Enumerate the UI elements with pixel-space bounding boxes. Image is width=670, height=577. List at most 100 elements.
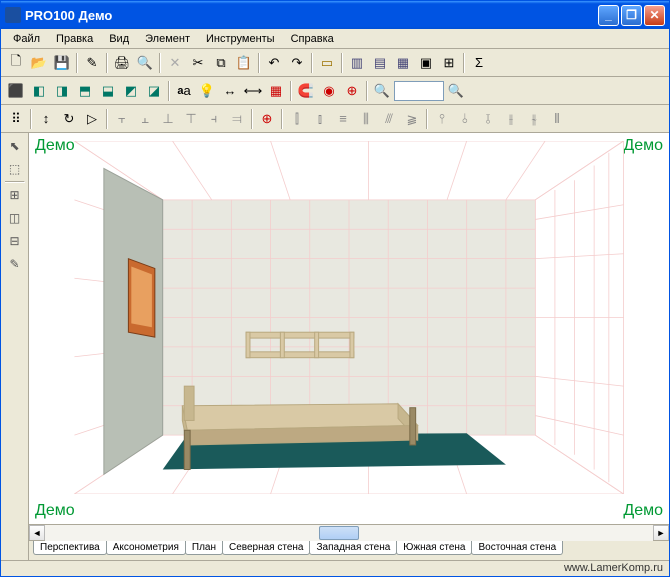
sigma-icon[interactable]: Σ xyxy=(468,52,490,74)
rotate-icon[interactable]: ↻ xyxy=(58,108,80,130)
tab-south-wall[interactable]: Южная стена xyxy=(396,541,472,555)
snap1-icon[interactable]: ◉ xyxy=(318,80,340,102)
align3-icon[interactable]: ⊥ xyxy=(157,108,179,130)
zoom-fit-icon[interactable]: 🔍 xyxy=(445,80,467,102)
panel-icon[interactable]: ▥ xyxy=(346,52,368,74)
menu-edit[interactable]: Правка xyxy=(48,31,101,47)
zoom-combo[interactable] xyxy=(394,81,444,101)
zoom-icon[interactable]: 🔍 xyxy=(371,80,393,102)
cube7-icon[interactable]: ◪ xyxy=(143,80,165,102)
grid-tool-icon[interactable]: ⠿ xyxy=(5,108,27,130)
paste-icon[interactable]: 📋 xyxy=(233,52,255,74)
tab-east-wall[interactable]: Восточная стена xyxy=(471,541,563,555)
cursor-icon[interactable]: ⬉ xyxy=(4,135,26,157)
spc5-icon[interactable]: ⫳ xyxy=(523,108,545,130)
magnet-icon[interactable]: 🧲 xyxy=(295,80,317,102)
center-icon[interactable]: ⊕ xyxy=(256,108,278,130)
dist5-icon[interactable]: ⫻ xyxy=(378,108,400,130)
separator xyxy=(106,53,108,73)
select-icon[interactable]: ⬚ xyxy=(4,158,26,180)
separator xyxy=(5,181,25,183)
spc4-icon[interactable]: ⫲ xyxy=(500,108,522,130)
lt2-icon[interactable]: ◫ xyxy=(4,207,26,229)
menu-tools[interactable]: Инструменты xyxy=(198,31,283,47)
content-area: ⬉ ⬚ ⊞ ◫ ⊟ ✎ Демо Демо Демо Демо xyxy=(1,133,669,560)
cut-icon[interactable]: ✂ xyxy=(187,52,209,74)
open-icon[interactable]: 📂 xyxy=(28,52,50,74)
dist2-icon[interactable]: ⫾ xyxy=(309,108,331,130)
tab-plan[interactable]: План xyxy=(185,541,223,555)
menu-help[interactable]: Справка xyxy=(283,31,342,47)
panel4-icon[interactable]: ▣ xyxy=(415,52,437,74)
new-icon[interactable]: 🗋 xyxy=(5,52,27,74)
light-icon[interactable]: 💡 xyxy=(196,80,218,102)
tab-perspective[interactable]: Перспектива xyxy=(33,541,107,555)
scroll-left-button[interactable]: ◄ xyxy=(29,525,45,541)
scroll-right-button[interactable]: ► xyxy=(653,525,669,541)
menu-view[interactable]: Вид xyxy=(101,31,137,47)
cube4-icon[interactable]: ⬒ xyxy=(74,80,96,102)
undo-icon[interactable]: ↶ xyxy=(263,52,285,74)
measure-icon[interactable]: ↔ xyxy=(219,80,241,102)
tab-west-wall[interactable]: Западная стена xyxy=(309,541,397,555)
menu-element[interactable]: Элемент xyxy=(137,31,198,47)
print-icon[interactable]: 🖨 xyxy=(111,52,133,74)
cube2-icon[interactable]: ◧ xyxy=(28,80,50,102)
scroll-track[interactable] xyxy=(45,525,653,541)
lt1-icon[interactable]: ⊞ xyxy=(4,184,26,206)
align5-icon[interactable]: ⫞ xyxy=(203,108,225,130)
separator xyxy=(281,109,283,129)
cube1-icon[interactable]: ⬛ xyxy=(5,80,27,102)
shape-icon[interactable]: ▷ xyxy=(81,108,103,130)
close-button[interactable]: ✕ xyxy=(644,5,665,26)
dist4-icon[interactable]: ⫼ xyxy=(355,108,377,130)
minimize-button[interactable]: _ xyxy=(598,5,619,26)
dist6-icon[interactable]: ⫺ xyxy=(401,108,423,130)
toolbar-1: 🗋 📂 💾 ✎ 🖨 🔍 ✕ ✂ ⧉ 📋 ↶ ↷ ▭ ▥ ▤ ▦ ▣ ⊞ Σ xyxy=(1,49,669,77)
dimension-icon[interactable]: ⟷ xyxy=(242,80,264,102)
app-icon xyxy=(5,7,21,23)
separator xyxy=(426,109,428,129)
dist1-icon[interactable]: ⫿ xyxy=(286,108,308,130)
panel2-icon[interactable]: ▤ xyxy=(369,52,391,74)
tool-icon[interactable]: ▭ xyxy=(316,52,338,74)
move-icon[interactable]: ↕ xyxy=(35,108,57,130)
watermark-bl: Демо xyxy=(35,502,75,520)
snap2-icon[interactable]: ⊕ xyxy=(341,80,363,102)
align1-icon[interactable]: ⫟ xyxy=(111,108,133,130)
copy-icon[interactable]: ⧉ xyxy=(210,52,232,74)
menu-file[interactable]: Файл xyxy=(5,31,48,47)
tab-north-wall[interactable]: Северная стена xyxy=(222,541,311,555)
cube5-icon[interactable]: ⬓ xyxy=(97,80,119,102)
lt3-icon[interactable]: ⊟ xyxy=(4,230,26,252)
window-title: PRO100 Демо xyxy=(25,8,598,23)
maximize-button[interactable]: ❐ xyxy=(621,5,642,26)
viewport-3d[interactable]: Демо Демо Демо Демо xyxy=(29,133,669,524)
spc3-icon[interactable]: ⫱ xyxy=(477,108,499,130)
grid-icon[interactable]: ▦ xyxy=(265,80,287,102)
align6-icon[interactable]: ⫤ xyxy=(226,108,248,130)
cube6-icon[interactable]: ◩ xyxy=(120,80,142,102)
panel3-icon[interactable]: ▦ xyxy=(392,52,414,74)
separator xyxy=(251,109,253,129)
edit-icon[interactable]: ✎ xyxy=(81,52,103,74)
spc1-icon[interactable]: ⫯ xyxy=(431,108,453,130)
scroll-thumb[interactable] xyxy=(319,526,359,540)
h-scrollbar: ◄ ► xyxy=(29,524,669,540)
save-icon[interactable]: 💾 xyxy=(51,52,73,74)
lt4-icon[interactable]: ✎ xyxy=(4,253,26,275)
dist3-icon[interactable]: ≡ xyxy=(332,108,354,130)
panel5-icon[interactable]: ⊞ xyxy=(438,52,460,74)
tab-axonometry[interactable]: Аксонометрия xyxy=(106,541,186,555)
cube3-icon[interactable]: ◨ xyxy=(51,80,73,102)
spc2-icon[interactable]: ⫰ xyxy=(454,108,476,130)
window-controls: _ ❐ ✕ xyxy=(598,5,665,26)
preview-icon[interactable]: 🔍 xyxy=(134,52,156,74)
redo-icon[interactable]: ↷ xyxy=(286,52,308,74)
toolbar-2: ⬛ ◧ ◨ ⬒ ⬓ ◩ ◪ aa 💡 ↔ ⟷ ▦ 🧲 ◉ ⊕ 🔍 🔍 xyxy=(1,77,669,105)
align2-icon[interactable]: ⫠ xyxy=(134,108,156,130)
titlebar: PRO100 Демо _ ❐ ✕ xyxy=(1,1,669,29)
align4-icon[interactable]: ⊤ xyxy=(180,108,202,130)
spc6-icon[interactable]: ⫴ xyxy=(546,108,568,130)
text-icon[interactable]: aa xyxy=(173,80,195,102)
